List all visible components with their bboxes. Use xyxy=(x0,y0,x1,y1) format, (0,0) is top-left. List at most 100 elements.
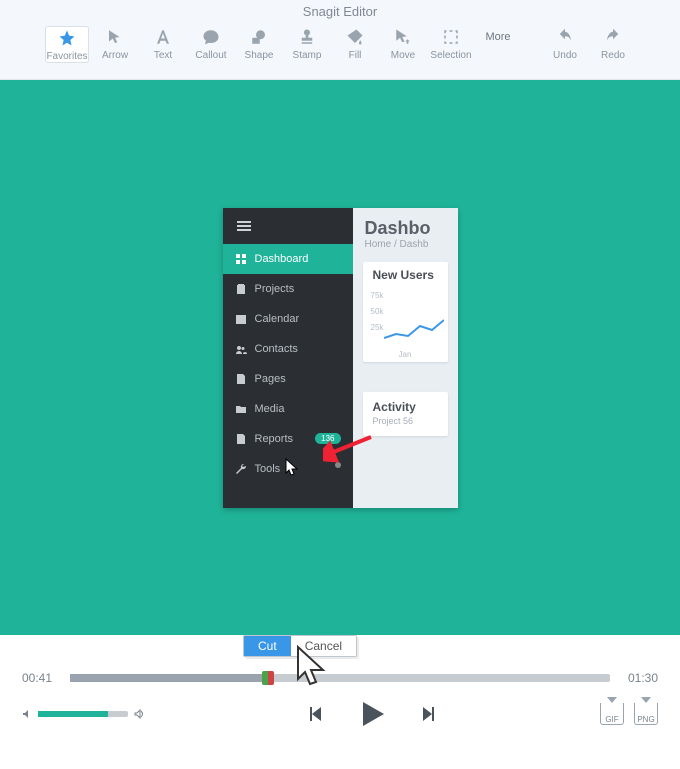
sidebar-label: Contacts xyxy=(255,343,298,355)
hamburger-icon xyxy=(223,208,353,244)
chart-y-ticks: 75k 50k 25k xyxy=(371,288,384,336)
timeline-row: 00:41 01:30 xyxy=(22,671,658,685)
arrow-label: Arrow xyxy=(102,50,128,61)
main-toolbar: Favorites Arrow Text Callout Shape Stamp xyxy=(0,24,680,80)
redo-label: Redo xyxy=(601,50,625,61)
undo-label: Undo xyxy=(553,50,577,61)
export-png-button[interactable]: PNG xyxy=(634,703,658,725)
app-title: Snagit Editor xyxy=(0,0,680,24)
sidebar-label: Pages xyxy=(255,373,286,385)
sidebar-item-contacts: Contacts xyxy=(223,334,353,364)
next-frame-button[interactable] xyxy=(417,704,437,724)
export-gif-label: GIF xyxy=(605,715,618,724)
more-spacer xyxy=(498,50,501,61)
sidebar-item-dashboard: Dashboard xyxy=(223,244,353,274)
red-arrow-annotation xyxy=(323,433,373,463)
text-a-icon xyxy=(152,26,174,48)
cut-button[interactable]: Cut xyxy=(244,636,291,656)
sidebar-label: Projects xyxy=(255,283,295,295)
speech-bubble-icon xyxy=(200,26,222,48)
page-icon xyxy=(235,373,247,385)
people-icon xyxy=(235,343,247,355)
play-button[interactable] xyxy=(357,699,387,729)
export-png-label: PNG xyxy=(637,715,654,724)
timeline-selection[interactable] xyxy=(262,671,274,685)
preview-header: Dashbo Home / Dashb xyxy=(353,208,458,256)
selection-label: Selection xyxy=(430,50,471,61)
total-time: 01:30 xyxy=(622,671,658,685)
preview-content: Dashbo Home / Dashb New Users 75k 50k 25… xyxy=(353,208,458,508)
sidebar-item-media: Media xyxy=(223,394,353,424)
speaker-high-icon xyxy=(134,709,144,719)
canvas-area[interactable]: Dashboard Projects Calendar Contacts xyxy=(0,80,680,635)
text-tool[interactable]: Text xyxy=(141,26,185,61)
cursor-overlay-icon xyxy=(296,645,330,687)
undo-icon xyxy=(554,26,576,48)
wrench-icon xyxy=(235,463,247,475)
volume-slider[interactable] xyxy=(38,711,128,717)
export-gif-button[interactable]: GIF xyxy=(600,703,624,725)
activity-subtitle: Project 56 xyxy=(363,416,448,426)
callout-tool[interactable]: Callout xyxy=(189,26,233,61)
video-frame: Dashboard Projects Calendar Contacts xyxy=(223,208,458,508)
stamp-tool[interactable]: Stamp xyxy=(285,26,329,61)
prev-frame-button[interactable] xyxy=(307,704,327,724)
document-icon xyxy=(235,433,247,445)
sidebar-label: Dashboard xyxy=(255,253,309,265)
sidebar-label: Calendar xyxy=(255,313,300,325)
more-label-with-chevron: More xyxy=(488,26,510,48)
arrow-tool[interactable]: Arrow xyxy=(93,26,137,61)
redo-button[interactable]: Redo xyxy=(591,26,635,61)
speaker-low-icon xyxy=(22,709,32,719)
favorites-tool[interactable]: Favorites xyxy=(45,26,89,63)
move-tool[interactable]: Move xyxy=(381,26,425,61)
fill-label: Fill xyxy=(349,50,362,61)
sidebar-item-projects: Projects xyxy=(223,274,353,304)
timeline-progress xyxy=(70,674,270,682)
new-users-card: New Users 75k 50k 25k Jan xyxy=(363,262,448,362)
sparkline-chart xyxy=(384,306,444,346)
redo-icon xyxy=(602,26,624,48)
activity-card: Activity Project 56 xyxy=(363,392,448,436)
timeline-track[interactable] xyxy=(70,674,610,682)
more-tools[interactable]: More xyxy=(477,26,521,61)
transport-controls xyxy=(144,699,600,729)
callout-label: Callout xyxy=(195,50,226,61)
sidebar-item-pages: Pages xyxy=(223,364,353,394)
folder-icon xyxy=(235,403,247,415)
undo-button[interactable]: Undo xyxy=(543,26,587,61)
sidebar-label: Media xyxy=(255,403,285,415)
selection-handle-right[interactable] xyxy=(268,671,274,685)
cursor-arrow-icon xyxy=(104,26,126,48)
sidebar-label: Reports xyxy=(255,433,294,445)
stamp-label: Stamp xyxy=(293,50,322,61)
shapes-icon xyxy=(248,26,270,48)
selection-tool[interactable]: Selection xyxy=(429,26,473,61)
text-label: Text xyxy=(154,50,172,61)
star-icon xyxy=(56,27,78,49)
breadcrumb: Home / Dashb xyxy=(365,239,446,250)
sidebar-label: Tools xyxy=(255,463,281,475)
shape-tool[interactable]: Shape xyxy=(237,26,281,61)
export-buttons: GIF PNG xyxy=(600,703,658,725)
sidebar-item-calendar: Calendar xyxy=(223,304,353,334)
preview-cursor-icon xyxy=(285,458,299,476)
shape-label: Shape xyxy=(245,50,274,61)
current-time: 00:41 xyxy=(22,671,58,685)
favorites-label: Favorites xyxy=(46,51,87,62)
stamp-icon xyxy=(296,26,318,48)
volume-control[interactable] xyxy=(22,709,144,719)
marquee-icon xyxy=(440,26,462,48)
chart-x-label: Jan xyxy=(363,350,448,359)
fill-tool[interactable]: Fill xyxy=(333,26,377,61)
page-title: Dashbo xyxy=(365,218,446,239)
card-title: New Users xyxy=(363,262,448,284)
move-label: Move xyxy=(391,50,415,61)
move-cursor-icon xyxy=(392,26,414,48)
calendar-icon xyxy=(235,313,247,325)
controls-row: GIF PNG xyxy=(22,699,658,729)
grid-icon xyxy=(235,253,247,265)
playback-panel: Cut Cancel 00:41 01:30 xyxy=(0,635,680,769)
paint-bucket-icon xyxy=(344,26,366,48)
clipboard-icon xyxy=(235,283,247,295)
